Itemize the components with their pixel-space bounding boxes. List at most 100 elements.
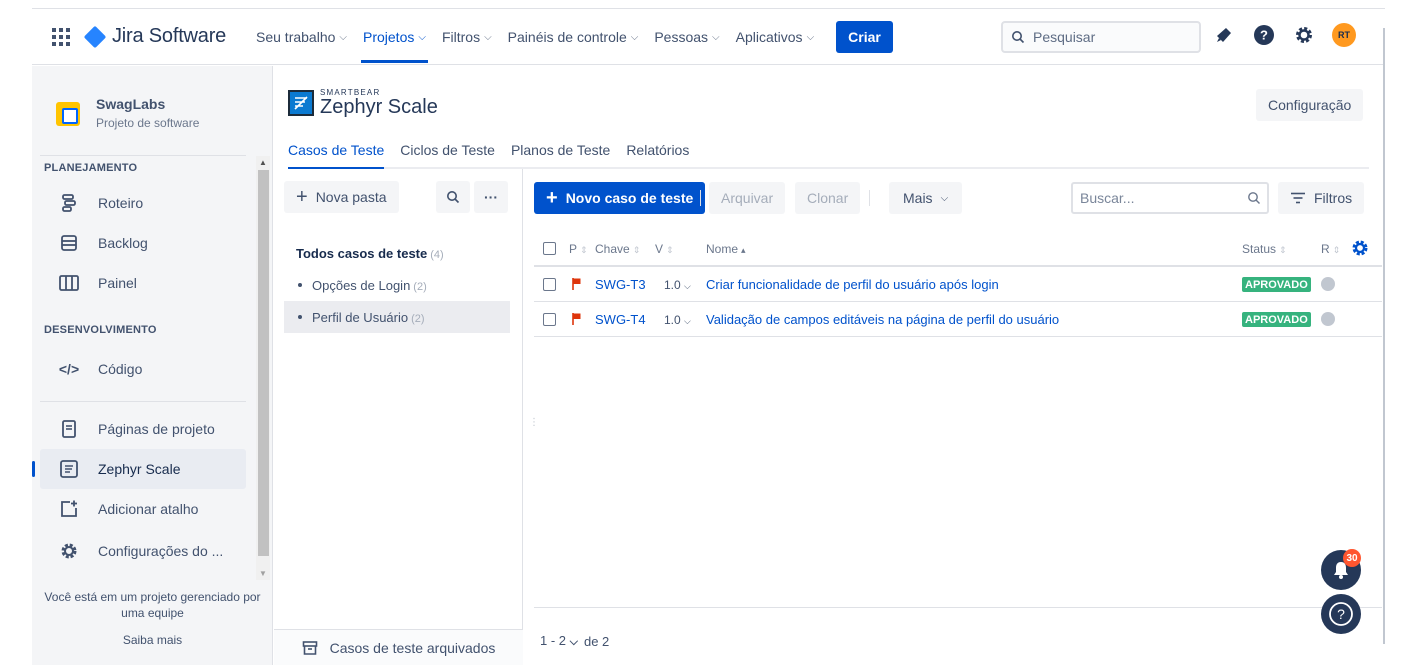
nav-paineis[interactable]: Painéis de controle ⌵: [500, 9, 647, 65]
svg-text:?: ?: [1260, 28, 1268, 43]
more-button[interactable]: Mais ⌵: [889, 182, 963, 214]
tab-ciclos-de-teste[interactable]: Ciclos de Teste: [400, 133, 495, 167]
sidebar-item-zephyr-scale[interactable]: Zephyr Scale: [32, 449, 246, 489]
tab-casos-de-teste[interactable]: Casos de Teste: [288, 133, 385, 169]
pages-icon: [58, 418, 80, 440]
plus-icon: +: [296, 186, 308, 208]
project-type: Projeto de software: [96, 116, 200, 130]
new-test-case-button[interactable]: + Novo caso de teste: [534, 182, 706, 214]
nav-label: Projetos: [363, 29, 415, 45]
folder-label: Todos casos de teste: [296, 246, 428, 261]
sidebar-item-configuracoes[interactable]: Configurações do ...: [40, 531, 246, 571]
sidebar-item-label: Configurações do ...: [98, 543, 224, 559]
sidebar-item-adicionar-atalho[interactable]: Adicionar atalho: [40, 489, 246, 529]
sidebar-item-roteiro[interactable]: Roteiro: [40, 183, 246, 223]
column-r[interactable]: R ⇕: [1321, 242, 1340, 256]
nav-label: Seu trabalho: [256, 29, 336, 45]
nav-seu-trabalho[interactable]: Seu trabalho ⌵: [248, 9, 355, 65]
board-icon: [58, 272, 80, 294]
row-checkbox[interactable]: [543, 278, 556, 291]
top-navigation: Jira Software Seu trabalho ⌵ Projetos ⌵ Fi…: [32, 9, 1385, 65]
test-case-search-input[interactable]: Buscar...: [1071, 182, 1269, 214]
search-icon: [1248, 192, 1260, 204]
scrollbar-thumb[interactable]: [258, 170, 269, 556]
version-dropdown[interactable]: 1.0 ⌵: [664, 278, 691, 292]
archive-button[interactable]: Arquivar: [709, 182, 786, 214]
column-name[interactable]: Nome ▴: [706, 242, 746, 256]
sort-icon: ⇕: [632, 245, 641, 255]
folder-item[interactable]: Opções de Login (2): [284, 269, 510, 301]
table-row[interactable]: SWG-T4 1.0 ⌵ Validação de campos editáve…: [534, 302, 1382, 337]
row-checkbox[interactable]: [543, 313, 556, 326]
chevron-down-icon: ⌵: [940, 192, 949, 204]
test-case-name[interactable]: Criar funcionalidade de perfil do usuári…: [706, 277, 999, 292]
column-label: R: [1321, 242, 1330, 256]
chevron-down-icon: ⌵: [712, 31, 720, 43]
priority-flag-icon: [572, 313, 581, 325]
column-version[interactable]: V ⇕: [655, 242, 674, 256]
test-case-key[interactable]: SWG-T4: [595, 312, 646, 327]
help-button[interactable]: ?: [1321, 594, 1361, 634]
roadmap-icon: [58, 192, 80, 214]
primary-nav: Seu trabalho ⌵ Projetos ⌵ Filtros ⌵ Painéis…: [248, 9, 893, 65]
filters-button[interactable]: Filtros: [1278, 182, 1365, 214]
folder-search-button[interactable]: [436, 181, 470, 213]
folder-count: (4): [430, 249, 444, 261]
sidebar-scrollbar[interactable]: ▲ ▼: [256, 156, 270, 580]
nav-aplicativos[interactable]: Aplicativos ⌵: [728, 9, 823, 65]
gear-icon[interactable]: [1292, 23, 1316, 47]
divider: [40, 401, 246, 402]
nav-filtros[interactable]: Filtros ⌵: [434, 9, 500, 65]
jira-diamond-icon: [83, 25, 107, 48]
section-planning: PLANEJAMENTO: [44, 162, 138, 174]
user-avatar[interactable]: RT: [1332, 23, 1356, 47]
page-range-dropdown[interactable]: 1 - 2 ⌵: [540, 633, 578, 649]
tab-relatorios[interactable]: Relatórios: [626, 133, 689, 167]
scroll-up-arrow-icon[interactable]: ▲: [259, 158, 267, 167]
column-key[interactable]: Chave ⇕: [595, 242, 640, 256]
app-switcher-icon[interactable]: [52, 28, 70, 46]
configuration-button[interactable]: Configuração: [1256, 89, 1364, 121]
nav-projetos[interactable]: Projetos ⌵: [355, 9, 434, 65]
zephyr-icon: [58, 458, 80, 480]
section-development: DESENVOLVIMENTO: [44, 324, 157, 336]
sidebar-item-backlog[interactable]: Backlog: [40, 223, 246, 263]
new-test-case-label: Novo caso de teste: [565, 190, 694, 206]
archived-test-cases-button[interactable]: Casos de teste arquivados: [274, 629, 523, 665]
more-dots-icon: ···: [484, 189, 498, 205]
resize-handle-icon[interactable]: ⋮: [529, 418, 539, 428]
folder-all-test-cases[interactable]: Todos casos de teste (4): [296, 246, 444, 261]
project-header[interactable]: SwagLabs Projeto de software: [56, 96, 199, 130]
jira-logo[interactable]: Jira Software: [83, 25, 226, 48]
create-button[interactable]: Criar: [836, 21, 893, 53]
status-badge: APROVADO: [1242, 277, 1311, 292]
column-settings-gear-icon[interactable]: [1351, 239, 1369, 260]
table-row[interactable]: SWG-T3 1.0 ⌵ Criar funcionalidade de per…: [534, 267, 1382, 302]
nav-pessoas[interactable]: Pessoas ⌵: [646, 9, 727, 65]
sidebar-item-painel[interactable]: Painel: [40, 263, 246, 303]
sidebar-item-paginas[interactable]: Páginas de projeto: [40, 409, 246, 449]
sidebar-item-codigo[interactable]: </> Código: [40, 349, 246, 389]
chevron-down-icon: ⌵: [418, 31, 426, 43]
test-case-key[interactable]: SWG-T3: [595, 277, 646, 292]
column-label: Chave: [595, 242, 630, 256]
priority-flag-icon: [572, 278, 581, 290]
chevron-down-icon: ⌵: [630, 31, 639, 43]
select-all-checkbox[interactable]: [543, 242, 556, 255]
archived-label: Casos de teste arquivados: [329, 639, 496, 656]
tab-planos-de-teste[interactable]: Planos de Teste: [511, 133, 610, 167]
test-case-name[interactable]: Validação de campos editáveis na página …: [706, 312, 1059, 327]
folder-label: Opções de Login: [312, 277, 411, 293]
folder-more-button[interactable]: ···: [474, 181, 508, 213]
column-status[interactable]: Status ⇕: [1242, 242, 1287, 256]
column-p[interactable]: P ⇕: [569, 242, 588, 256]
global-search-input[interactable]: Pesquisar: [1001, 21, 1201, 53]
help-icon[interactable]: ?: [1252, 23, 1276, 47]
folder-item[interactable]: Perfil de Usuário (2): [284, 301, 510, 333]
new-folder-button[interactable]: + Nova pasta: [284, 181, 399, 213]
notifications-megaphone-icon[interactable]: [1212, 23, 1236, 47]
learn-more-link[interactable]: Saiba mais: [32, 632, 273, 648]
version-dropdown[interactable]: 1.0 ⌵: [664, 313, 691, 327]
scroll-down-arrow-icon[interactable]: ▼: [259, 569, 267, 578]
clone-button[interactable]: Clonar: [795, 182, 861, 214]
